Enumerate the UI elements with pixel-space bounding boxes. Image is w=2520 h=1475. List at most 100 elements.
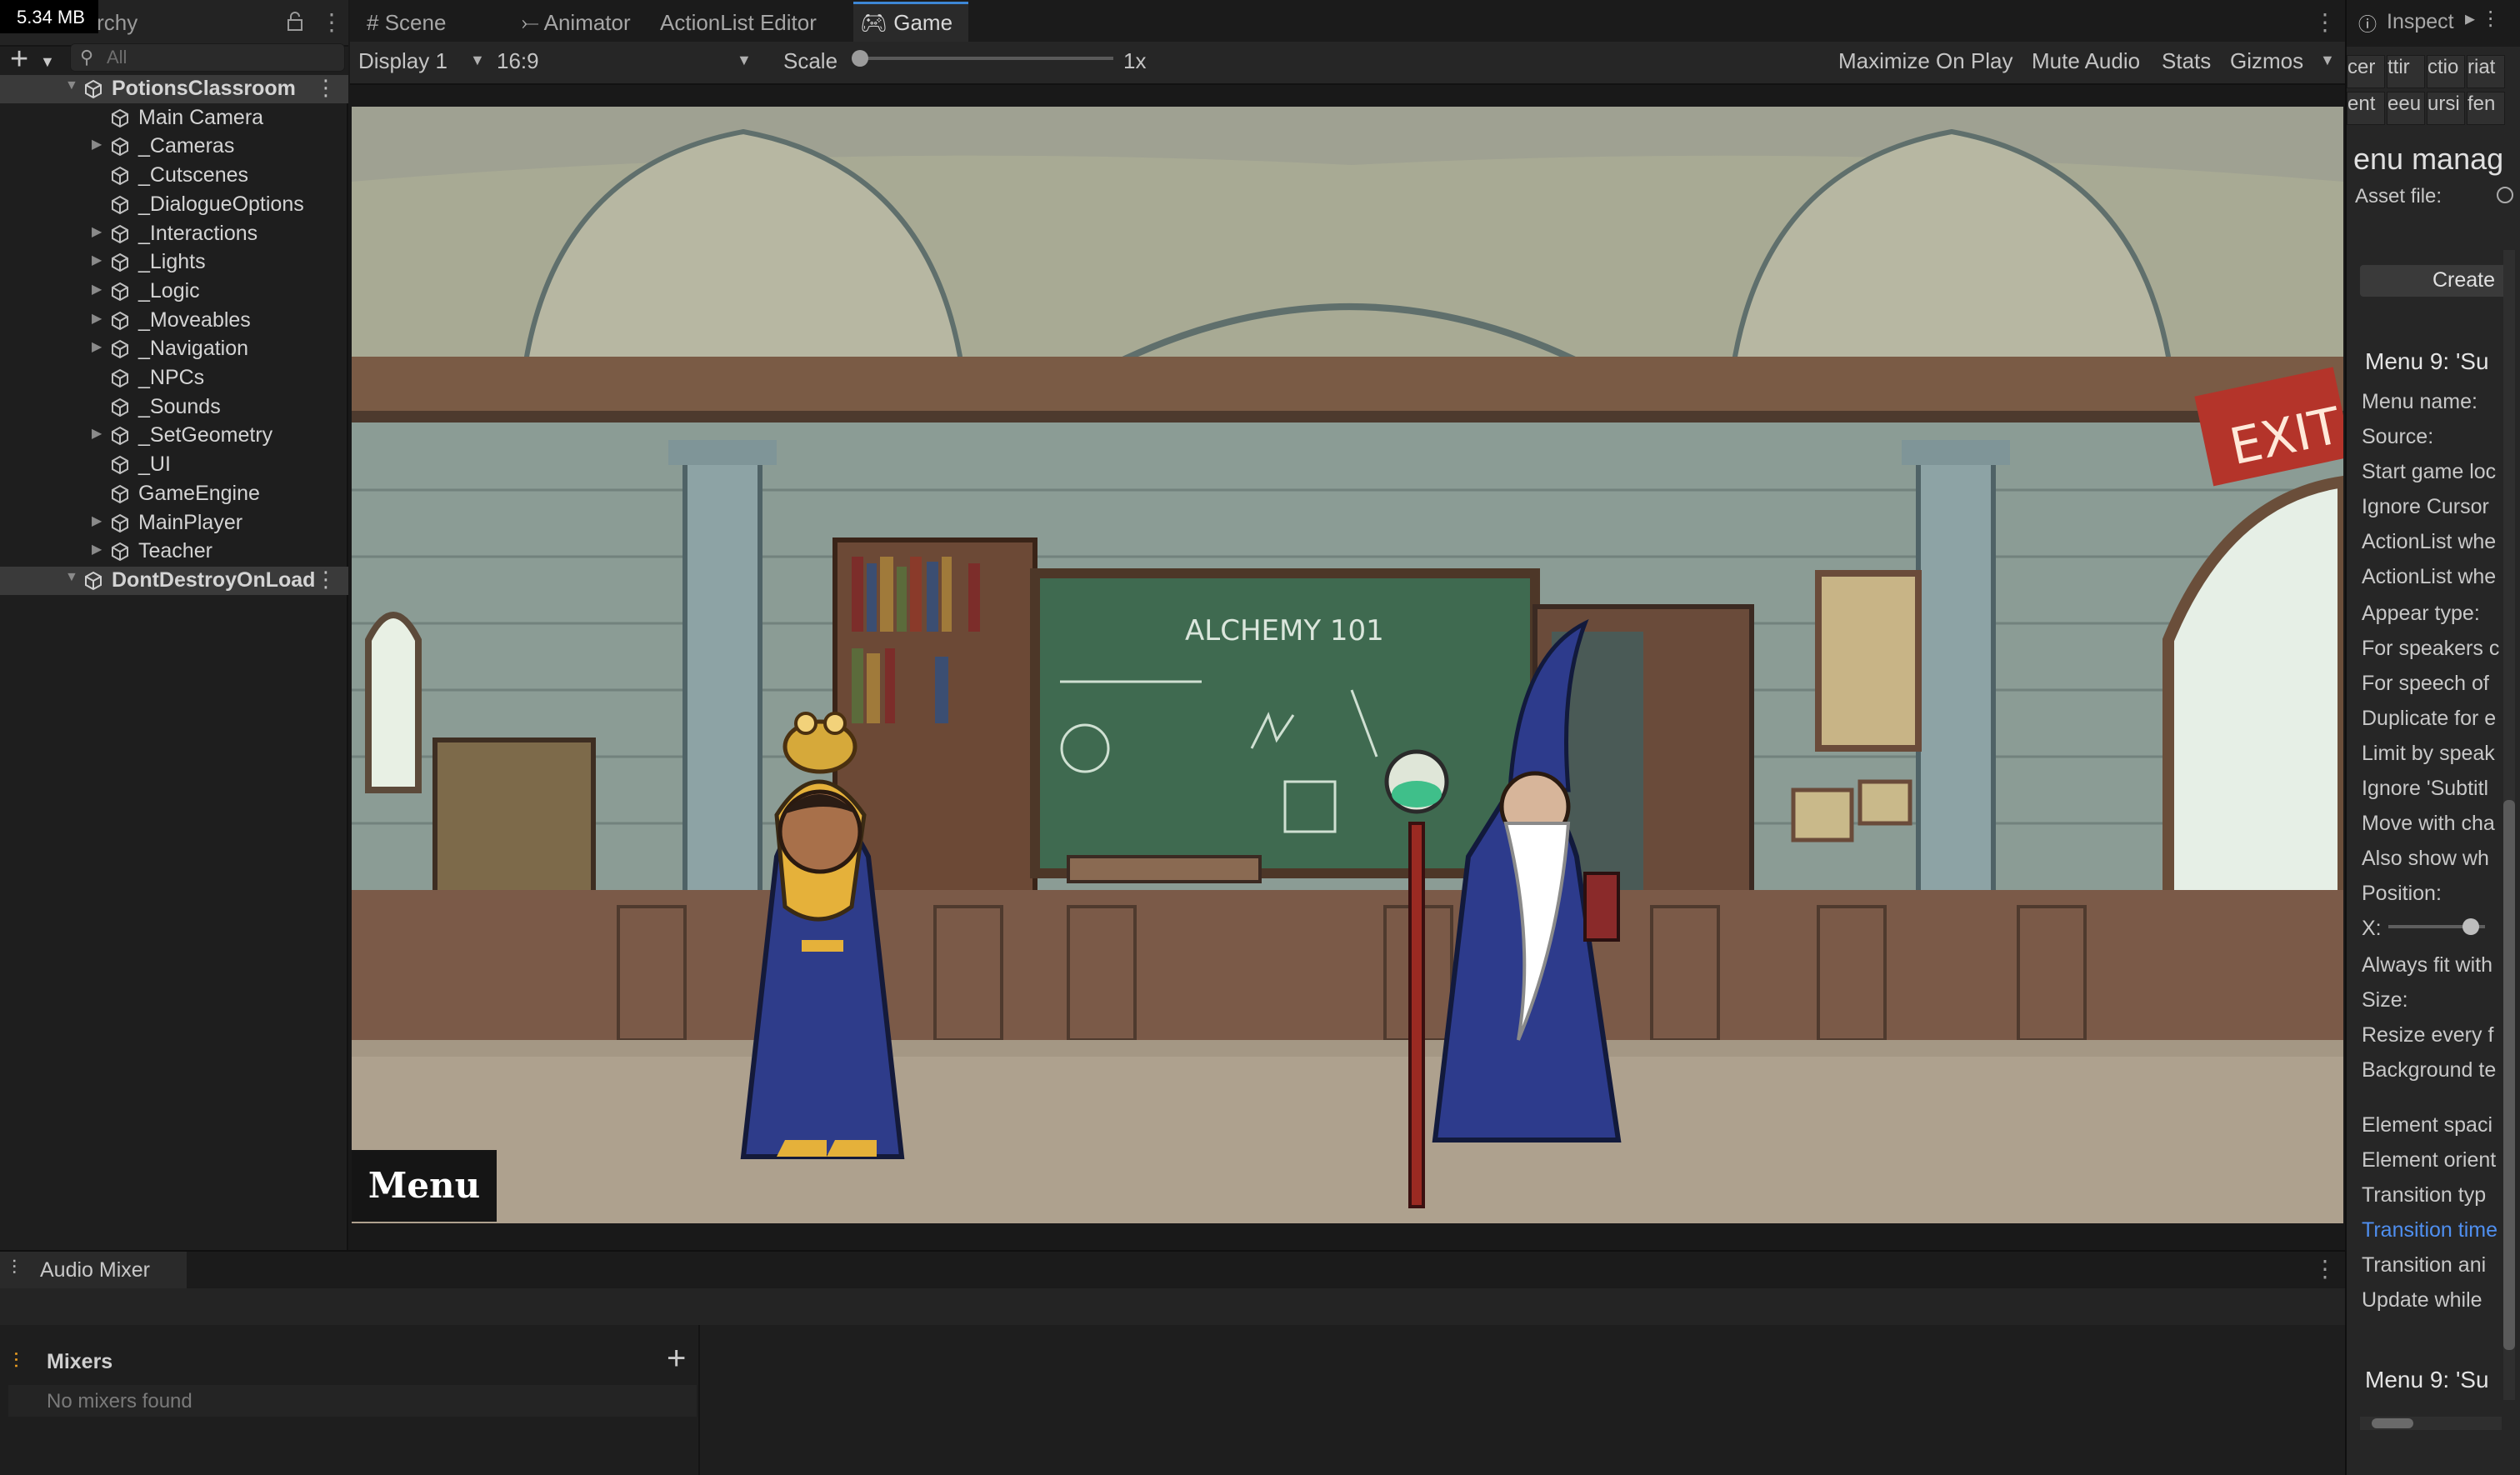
hierarchy-item-label: DontDestroyOnLoad bbox=[112, 568, 316, 592]
object-picker-icon[interactable] bbox=[2497, 187, 2513, 203]
hierarchy-item-label: _NPCs bbox=[138, 366, 205, 389]
hierarchy-item-label: _Sounds bbox=[138, 394, 221, 418]
expand-right-icon[interactable]: ▶ bbox=[92, 338, 102, 355]
hierarchy-item[interactable]: ▶ _Lights bbox=[0, 248, 348, 277]
chevron-down-icon[interactable]: ▼ bbox=[470, 52, 485, 69]
stats-toggle[interactable]: Stats bbox=[2162, 48, 2211, 74]
hierarchy-item[interactable]: _UI bbox=[0, 451, 348, 479]
scale-slider[interactable] bbox=[858, 57, 1113, 60]
inspector-field-label: Size: bbox=[2362, 988, 2408, 1012]
menu-section-title[interactable]: Menu 9: 'Su bbox=[2365, 348, 2489, 375]
gizmos-toggle[interactable]: Gizmos bbox=[2230, 48, 2303, 74]
inspector-subtab[interactable]: ent bbox=[2347, 92, 2385, 125]
hierarchy-more-icon[interactable]: ⋮ bbox=[320, 8, 343, 36]
gameobject-cube-icon bbox=[112, 282, 128, 302]
ceiling-beam bbox=[352, 357, 2343, 415]
inspector-field-label: For speech of bbox=[2362, 672, 2489, 695]
expand-right-icon[interactable]: ▶ bbox=[92, 541, 102, 558]
chevron-down-icon[interactable]: ▼ bbox=[2320, 52, 2335, 69]
inspector-subtab[interactable]: riat bbox=[2467, 55, 2505, 88]
gameobject-cube-icon bbox=[112, 398, 128, 417]
hierarchy-item[interactable]: Main Camera bbox=[0, 104, 348, 132]
game-scene[interactable]: EXIT ALCHEMY 101 bbox=[352, 107, 2343, 1223]
frog-character[interactable] bbox=[782, 712, 858, 774]
inspector-subtab[interactable]: cer bbox=[2347, 55, 2385, 88]
inspector-field-label: Transition ani bbox=[2362, 1253, 2487, 1277]
hierarchy-scene-row[interactable]: ▼ DontDestroyOnLoad ⋮ bbox=[0, 566, 348, 595]
position-x-slider-handle[interactable] bbox=[2462, 918, 2479, 935]
expand-right-icon[interactable]: ▶ bbox=[92, 223, 102, 240]
scale-slider-handle[interactable] bbox=[852, 50, 868, 67]
inspector-horizontal-scroll-thumb[interactable] bbox=[2372, 1418, 2413, 1428]
gameobject-cube-icon bbox=[112, 195, 128, 214]
aspect-dropdown[interactable]: 16:9 bbox=[497, 48, 539, 74]
tab-game[interactable]: 🎮︎ Game bbox=[860, 10, 952, 36]
menu-button[interactable]: Menu bbox=[352, 1150, 497, 1222]
hierarchy-scene-row[interactable]: ▼ PotionsClassroom ⋮ bbox=[0, 75, 348, 103]
inspector-subtab[interactable]: eeu bbox=[2387, 92, 2425, 125]
hierarchy-item[interactable]: ▶ _Navigation bbox=[0, 335, 348, 363]
inspector-subtabs: cer ttir ctio riat ent eeu ursi fen bbox=[2347, 55, 2520, 130]
game-toolbar: Display 1 ▼ 16:9 ▼ Scale 1x Maximize On … bbox=[350, 42, 2345, 85]
hierarchy-item[interactable]: GameEngine bbox=[0, 480, 348, 508]
add-mixer-button[interactable]: + bbox=[667, 1340, 686, 1378]
expand-right-icon[interactable]: ▶ bbox=[92, 310, 102, 327]
scene-more-icon[interactable]: ⋮ bbox=[315, 567, 337, 592]
tab-inspector[interactable]: Inspect bbox=[2387, 10, 2454, 34]
tab-actionlist-editor[interactable]: ActionList Editor bbox=[660, 10, 817, 36]
inspector-scroll-thumb[interactable] bbox=[2503, 800, 2515, 1350]
chevron-down-icon[interactable]: ▼ bbox=[737, 52, 752, 69]
inspector-field-label: Ignore Cursor bbox=[2362, 495, 2489, 518]
inspector-field-label: Duplicate for e bbox=[2362, 707, 2497, 730]
lock-icon[interactable] bbox=[287, 12, 303, 32]
inspector-field-label: ActionList whe bbox=[2362, 530, 2497, 553]
gameobject-cube-icon bbox=[112, 368, 128, 388]
hierarchy-item-label: _Logic bbox=[138, 278, 200, 302]
expand-down-icon[interactable]: ▼ bbox=[65, 78, 78, 93]
hierarchy-item[interactable]: ▶ _SetGeometry bbox=[0, 422, 348, 450]
hierarchy-item[interactable]: _Sounds bbox=[0, 393, 348, 422]
inspector-field-label: Menu name: bbox=[2362, 390, 2478, 413]
hierarchy-item[interactable]: _NPCs bbox=[0, 364, 348, 392]
inspector-subtab[interactable]: fen bbox=[2467, 92, 2505, 125]
audio-mixer-tab-label[interactable]: Audio Mixer bbox=[40, 1258, 150, 1282]
inspector-subtab[interactable]: ttir bbox=[2387, 55, 2425, 88]
expand-down-icon[interactable]: ▼ bbox=[65, 570, 78, 585]
inspector-field-label: Transition time bbox=[2362, 1218, 2498, 1242]
expand-right-icon[interactable]: ▶ bbox=[92, 136, 102, 152]
hierarchy-item[interactable]: ▶ _Cameras bbox=[0, 132, 348, 161]
chevron-down-icon[interactable]: ▼ bbox=[40, 53, 55, 71]
hierarchy-item[interactable]: ▶ _Logic bbox=[0, 278, 348, 306]
hierarchy-item[interactable]: ▶ Teacher bbox=[0, 538, 348, 566]
menu-section-title[interactable]: Menu 9: 'Su bbox=[2365, 1367, 2489, 1393]
hierarchy-item-label: _Navigation bbox=[138, 337, 249, 361]
expand-right-icon[interactable]: ▶ bbox=[92, 425, 102, 442]
inspector-field-label: Limit by speak bbox=[2362, 742, 2495, 765]
tab-scene[interactable]: # Scene bbox=[367, 10, 446, 36]
inspector-more-icon[interactable]: ▸ ⋮ bbox=[2465, 7, 2501, 31]
add-object-button[interactable]: + bbox=[10, 42, 28, 78]
hierarchy-item[interactable]: ▶ MainPlayer bbox=[0, 509, 348, 538]
hierarchy-item-label: _Interactions bbox=[138, 221, 258, 245]
mixers-empty-text: No mixers found bbox=[47, 1390, 192, 1412]
expand-right-icon[interactable]: ▶ bbox=[92, 252, 102, 268]
editor-more-icon[interactable]: ⋮ bbox=[2313, 8, 2337, 36]
audio-mixer-more-icon[interactable]: ⋮ bbox=[2313, 1255, 2337, 1282]
create-button[interactable]: Create bbox=[2360, 265, 2507, 297]
inspector-subtab[interactable]: ursi bbox=[2427, 92, 2465, 125]
hierarchy-item[interactable]: _DialogueOptions bbox=[0, 191, 348, 219]
inspector-subtab[interactable]: ctio bbox=[2427, 55, 2465, 88]
editor-tab-bar bbox=[350, 0, 2345, 47]
display-dropdown[interactable]: Display 1 bbox=[358, 48, 448, 74]
maximize-on-play-toggle[interactable]: Maximize On Play bbox=[1838, 48, 2013, 74]
scene-more-icon[interactable]: ⋮ bbox=[315, 75, 337, 101]
hierarchy-item[interactable]: ▶ _Interactions bbox=[0, 220, 348, 248]
mute-audio-toggle[interactable]: Mute Audio bbox=[2032, 48, 2140, 74]
hierarchy-item[interactable]: _Cutscenes bbox=[0, 162, 348, 190]
tab-animator[interactable]: ⤚ Animator bbox=[522, 10, 631, 37]
hierarchy-item[interactable]: ▶ _Moveables bbox=[0, 307, 348, 335]
chalkboard-title: ALCHEMY 101 bbox=[1185, 614, 1384, 648]
expand-right-icon[interactable]: ▶ bbox=[92, 281, 102, 298]
inspector-field-label: Resize every f bbox=[2362, 1023, 2494, 1047]
expand-right-icon[interactable]: ▶ bbox=[92, 512, 102, 529]
